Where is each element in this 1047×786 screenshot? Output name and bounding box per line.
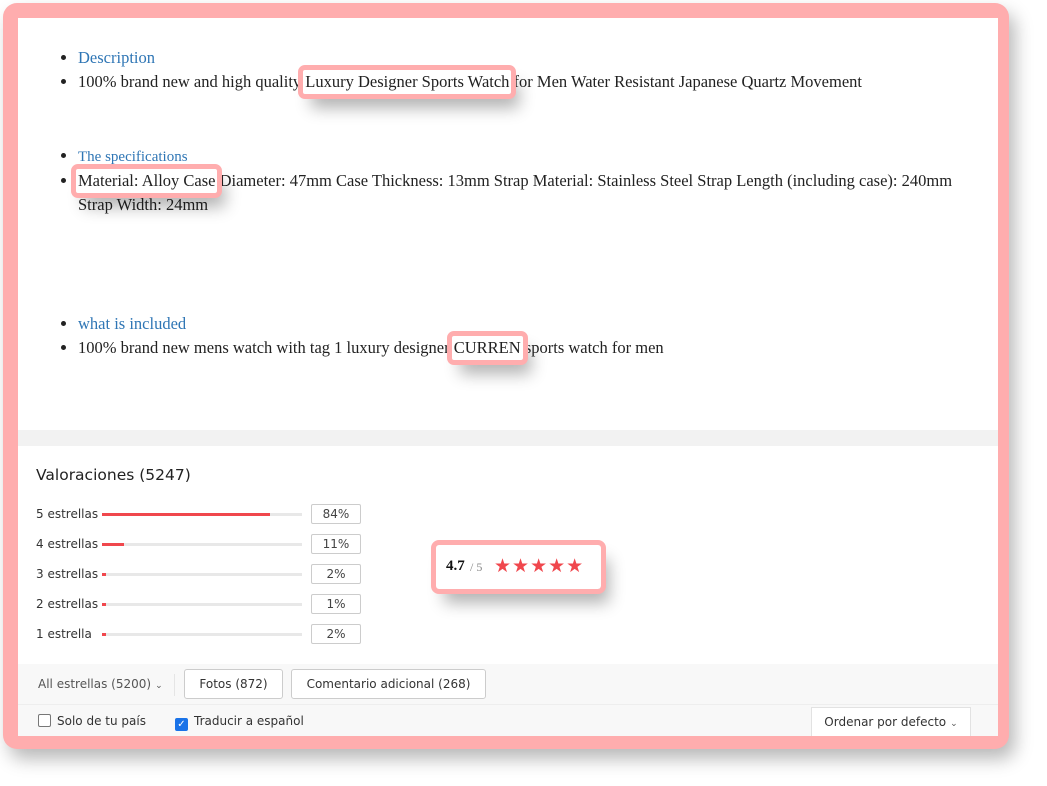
included-text: 100% brand new mens watch with tag 1 lux…: [78, 331, 978, 365]
chevron-down-icon: ⌄: [950, 719, 958, 729]
highlight-frame: Description 100% brand new and high qual…: [3, 3, 1009, 749]
checkbox-unchecked-icon[interactable]: [38, 714, 51, 727]
rating-label: 2 estrellas: [36, 597, 99, 611]
highlight-luxury-designer: Luxury Designer Sports Watch: [298, 65, 517, 99]
rating-bar-track: [102, 603, 302, 606]
all-stars-dropdown[interactable]: All estrellas (5200) ⌄: [38, 677, 163, 691]
chevron-down-icon: ⌄: [155, 681, 163, 691]
star-rating-icon: ★★★★★: [494, 555, 585, 577]
rating-bar-fill: [102, 573, 106, 576]
rating-bar-fill: [102, 513, 270, 516]
rating-row[interactable]: 3 estrellas 2%: [36, 564, 376, 586]
highlight-brand: CURREN: [446, 331, 528, 365]
translate-checkbox[interactable]: ✓ Traducir a español: [175, 714, 304, 731]
rating-label: 5 estrellas: [36, 507, 99, 521]
filter-separator: [174, 674, 175, 696]
rating-bar-track: [102, 513, 302, 516]
rating-percent: 2%: [311, 624, 361, 644]
highlight-material: Material: Alloy Case: [70, 164, 223, 198]
review-options: Solo de tu país ✓ Traducir a español Orde…: [18, 705, 998, 736]
specifications-section: The specifications Material: Alloy Case …: [18, 144, 978, 217]
sort-dropdown[interactable]: Ordenar por defecto ⌄: [811, 707, 971, 736]
rating-percent: 11%: [311, 534, 361, 554]
rating-percent: 84%: [311, 504, 361, 524]
average-score-box: 4.7 / 5 ★★★★★: [431, 540, 606, 594]
ratings-title: Valoraciones (5247): [36, 466, 191, 484]
rating-bar-fill: [102, 633, 106, 636]
rating-row[interactable]: 5 estrellas 84%: [36, 504, 376, 526]
review-filters: All estrellas (5200) ⌄ Fotos (872) Coment…: [18, 664, 998, 705]
included-heading[interactable]: what is included: [78, 314, 186, 333]
ratings-section: Valoraciones (5247) 5 estrellas 84% 4 es…: [18, 446, 998, 664]
product-description: Description 100% brand new and high qual…: [18, 18, 998, 430]
rating-label: 1 estrella: [36, 627, 92, 641]
average-score: 4.7: [446, 558, 465, 574]
rating-bar-track: [102, 633, 302, 636]
rating-row[interactable]: 2 estrellas 1%: [36, 594, 376, 616]
photos-filter-button[interactable]: Fotos (872): [184, 669, 283, 699]
additional-comment-filter-button[interactable]: Comentario adicional (268): [291, 669, 486, 699]
description-section: Description 100% brand new and high qual…: [18, 46, 978, 99]
rating-label: 4 estrellas: [36, 537, 99, 551]
specifications-text: Material: Alloy Case Diameter: 47mm Case…: [70, 164, 978, 217]
rating-bar-track: [102, 543, 302, 546]
description-heading[interactable]: Description: [78, 48, 155, 67]
rating-row[interactable]: 4 estrellas 11%: [36, 534, 376, 556]
checkbox-checked-icon[interactable]: ✓: [175, 718, 188, 731]
rating-percent: 2%: [311, 564, 361, 584]
rating-percent: 1%: [311, 594, 361, 614]
section-divider: [18, 430, 998, 446]
rating-bar-fill: [102, 543, 124, 546]
description-text: 100% brand new and high quality Luxury D…: [78, 65, 978, 99]
rating-bar-track: [102, 573, 302, 576]
rating-bar-fill: [102, 603, 106, 606]
only-country-checkbox[interactable]: Solo de tu país: [38, 714, 146, 728]
rating-label: 3 estrellas: [36, 567, 99, 581]
score-max: / 5: [470, 560, 483, 574]
specifications-heading[interactable]: The specifications: [78, 149, 188, 165]
product-page: Description 100% brand new and high qual…: [18, 18, 998, 736]
rating-row[interactable]: 1 estrella 2%: [36, 624, 376, 646]
included-section: what is included 100% brand new mens wat…: [18, 312, 978, 365]
